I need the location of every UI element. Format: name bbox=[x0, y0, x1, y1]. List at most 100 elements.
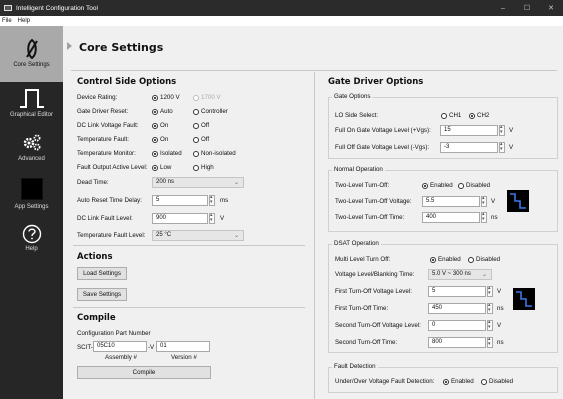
app-icon bbox=[4, 5, 12, 11]
auto-reset-time-delay-stepper[interactable] bbox=[209, 194, 215, 206]
chevron-down-icon: ⌄ bbox=[481, 272, 487, 278]
save-settings-button[interactable]: Save Settings bbox=[77, 288, 127, 301]
title-bar: Intelligent Configuration Tool – ☐ ✕ bbox=[0, 0, 563, 16]
two-level-disabled-radio[interactable]: Disabled bbox=[458, 182, 490, 189]
version-number-input[interactable]: 01 bbox=[156, 341, 210, 352]
two-level-voltage-stepper[interactable] bbox=[481, 195, 487, 207]
sidebar-item-core-settings[interactable]: Core Settings bbox=[0, 26, 63, 82]
uv-ov-enabled-radio[interactable]: Enabled bbox=[443, 378, 474, 385]
chevron-down-icon: ⌄ bbox=[233, 180, 239, 186]
second-turn-off-time-unit: ns bbox=[497, 339, 504, 346]
dsat-operation-title: DSAT Operation bbox=[332, 240, 381, 247]
chevron-right-icon bbox=[67, 42, 72, 50]
version-number-label: Version # bbox=[171, 354, 197, 361]
gate-driver-reset-controller-radio[interactable]: Controller bbox=[193, 108, 228, 115]
two-level-time-unit: ns bbox=[491, 214, 498, 221]
gate-driver-reset-label: Gate Driver Reset: bbox=[77, 108, 129, 115]
full-on-gate-voltage-stepper[interactable] bbox=[499, 124, 505, 136]
control-side-title: Control Side Options bbox=[77, 77, 177, 87]
dc-link-fault-level-stepper[interactable] bbox=[209, 212, 215, 224]
gate-driver-reset-auto-radio[interactable]: Auto bbox=[152, 108, 173, 115]
device-rating-1200v-radio[interactable]: 1200 V bbox=[152, 94, 180, 101]
temperature-monitor-isolated-radio[interactable]: Isolated bbox=[152, 150, 182, 157]
dc-link-voltage-fault-on-radio[interactable]: On bbox=[152, 122, 168, 129]
voltage-blanking-select[interactable]: 5.0 V ~ 300 ns ⌄ bbox=[428, 269, 492, 280]
assembly-number-input[interactable]: 05C10 bbox=[93, 341, 147, 352]
first-turn-off-voltage-stepper[interactable] bbox=[487, 285, 493, 297]
multi-level-enabled-radio[interactable]: Enabled bbox=[430, 256, 461, 263]
first-turn-off-voltage-input[interactable]: 5 bbox=[428, 286, 486, 297]
second-turn-off-voltage-unit: V bbox=[497, 322, 502, 329]
two-level-time-input[interactable]: 400 bbox=[422, 212, 480, 223]
first-turn-off-time-input[interactable]: 450 bbox=[428, 303, 486, 314]
maximize-button[interactable]: ☐ bbox=[515, 0, 539, 16]
gears-icon bbox=[23, 134, 40, 151]
part-number-prefix: SCIT- bbox=[77, 344, 93, 351]
compile-button[interactable]: Compile bbox=[77, 366, 211, 379]
full-on-gate-voltage-input[interactable]: 15 bbox=[440, 125, 498, 136]
window-title: Intelligent Configuration Tool bbox=[16, 4, 98, 12]
minimize-button[interactable]: – bbox=[491, 0, 515, 16]
header-divider bbox=[71, 70, 557, 71]
dc-link-fault-level-unit: V bbox=[220, 215, 225, 222]
dc-link-fault-level-input[interactable]: 900 bbox=[152, 213, 208, 224]
temperature-fault-label: Temperature Fault: bbox=[77, 136, 129, 143]
compile-title: Compile bbox=[77, 313, 116, 323]
auto-reset-time-delay-input[interactable]: 5 bbox=[152, 195, 208, 206]
second-turn-off-voltage-input[interactable]: 0 bbox=[428, 320, 486, 331]
first-turn-off-time-unit: ns bbox=[497, 305, 504, 312]
auto-reset-time-delay-unit: ms bbox=[220, 197, 229, 204]
chevron-down-icon: ⌄ bbox=[233, 233, 239, 239]
device-rating-1700v-radio[interactable]: 1700 V bbox=[193, 94, 221, 101]
second-turn-off-voltage-stepper[interactable] bbox=[487, 319, 493, 331]
device-rating-label: Device Rating: bbox=[77, 94, 118, 101]
lo-side-ch2-radio[interactable]: CH2 bbox=[469, 112, 489, 119]
two-level-turn-off-label: Two-Level Turn-Off: bbox=[335, 182, 390, 189]
lo-side-select-label: LO Side Select: bbox=[335, 112, 378, 119]
close-button[interactable]: ✕ bbox=[539, 0, 563, 16]
uv-ov-disabled-radio[interactable]: Disabled bbox=[481, 378, 513, 385]
second-turn-off-time-stepper[interactable] bbox=[487, 336, 493, 348]
page-header: Core Settings bbox=[63, 26, 563, 68]
section-divider bbox=[73, 307, 305, 308]
temperature-fault-on-radio[interactable]: On bbox=[152, 136, 168, 143]
multi-level-turn-off-label: Multi Level Turn Off: bbox=[335, 256, 391, 263]
gate-options-title: Gate Options bbox=[332, 93, 373, 100]
two-level-enabled-radio[interactable]: Enabled bbox=[422, 182, 453, 189]
sidebar-item-help[interactable]: Help bbox=[0, 224, 63, 262]
section-divider bbox=[73, 245, 305, 246]
two-level-time-stepper[interactable] bbox=[481, 211, 487, 223]
first-turn-off-time-label: First Turn-Off Time: bbox=[335, 305, 389, 312]
dead-time-select[interactable]: 200 ns ⌄ bbox=[152, 177, 244, 188]
two-level-waveform-icon bbox=[507, 190, 529, 212]
temperature-monitor-non-isolated-radio[interactable]: Non-isolated bbox=[193, 150, 236, 157]
voltage-blanking-label: Voltage Level/Blanking Time: bbox=[335, 271, 415, 278]
second-turn-off-time-input[interactable]: 800 bbox=[428, 337, 486, 348]
sidebar-item-advanced[interactable]: Advanced bbox=[0, 133, 63, 167]
auto-reset-time-delay-label: Auto Reset Time Delay: bbox=[77, 197, 142, 204]
sidebar-item-graphical-editor[interactable]: Graphical Editor bbox=[0, 84, 63, 130]
full-off-gate-voltage-input[interactable]: -3 bbox=[440, 142, 498, 153]
first-turn-off-time-stepper[interactable] bbox=[487, 302, 493, 314]
fault-output-high-radio[interactable]: High bbox=[193, 164, 214, 171]
temperature-fault-level-select[interactable]: 25 °C ⌄ bbox=[152, 230, 244, 241]
part-number-label: Configuration Part Number bbox=[77, 330, 151, 337]
actions-title: Actions bbox=[77, 252, 113, 262]
part-number-separator: -V bbox=[148, 344, 155, 351]
temperature-monitor-label: Temperature Monitor: bbox=[77, 150, 136, 157]
lo-side-ch1-radio[interactable]: CH1 bbox=[441, 112, 461, 119]
first-turn-off-voltage-label: First Turn-Off Voltage Level: bbox=[335, 288, 412, 295]
dead-time-label: Dead Time: bbox=[77, 179, 109, 186]
dc-link-voltage-fault-off-radio[interactable]: Off bbox=[193, 122, 209, 129]
sidebar-item-label: Advanced bbox=[18, 156, 45, 162]
two-level-voltage-input[interactable]: 5.5 bbox=[422, 196, 480, 207]
menu-file[interactable]: File bbox=[2, 18, 12, 24]
temperature-fault-off-radio[interactable]: Off bbox=[193, 136, 209, 143]
multi-level-disabled-radio[interactable]: Disabled bbox=[468, 256, 500, 263]
fault-output-low-radio[interactable]: Low bbox=[152, 164, 171, 171]
full-off-gate-voltage-stepper[interactable] bbox=[499, 141, 505, 153]
menu-help[interactable]: Help bbox=[18, 18, 30, 24]
full-off-gate-voltage-label: Full Off Gate Voltage Level (-Vgs): bbox=[335, 144, 430, 151]
sidebar-item-app-settings[interactable]: App Settings bbox=[0, 178, 63, 218]
load-settings-button[interactable]: Load Settings bbox=[77, 267, 127, 280]
